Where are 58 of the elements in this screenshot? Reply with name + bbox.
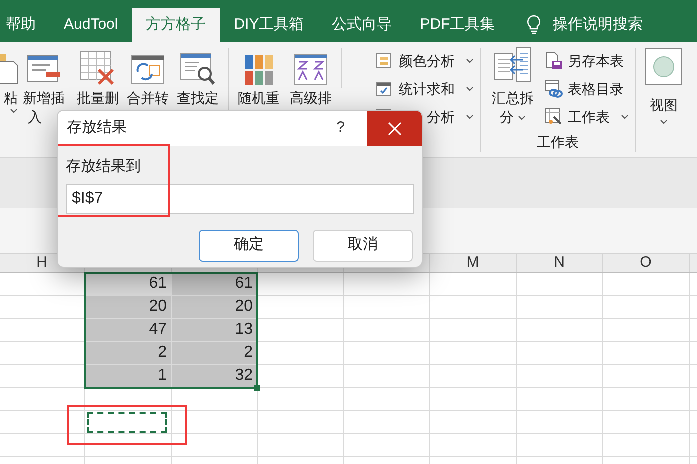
cell-value: 1 (158, 366, 167, 386)
close-icon (388, 122, 402, 136)
dialog-button[interactable]: 取消 (313, 230, 413, 262)
caret-icon (518, 114, 526, 120)
group-label: 工作表 (537, 133, 579, 152)
ribbon-tab[interactable]: AudTool (50, 8, 132, 42)
caret-icon (466, 86, 474, 92)
ribbon-button[interactable]: 另存本表 (545, 48, 629, 74)
caret-icon (621, 114, 629, 120)
column-header: M (466, 252, 480, 273)
ribbon-button[interactable]: 随机重 (235, 42, 283, 108)
cell-value: 20 (235, 297, 253, 317)
lightbulb-icon (527, 15, 542, 35)
grid-delete-icon (79, 50, 117, 86)
ribbon-tab[interactable]: 方方格子 (132, 8, 220, 42)
link-table-icon (545, 80, 563, 98)
color-table-icon (376, 53, 392, 69)
ribbon-tab[interactable]: 公式向导 (318, 8, 406, 42)
ribbon-button[interactable]: 汇总拆 分 (487, 42, 539, 138)
cell-value: 2 (244, 343, 253, 363)
search-table-icon (179, 52, 217, 86)
ribbon-button[interactable]: 高级排 (287, 42, 335, 108)
cell-value: 13 (235, 320, 253, 340)
ribbon-tab[interactable]: 帮助 (0, 8, 50, 42)
calendar-check-icon (376, 81, 392, 97)
save-sheet-icon (545, 52, 563, 70)
table-swap-icon (130, 54, 166, 86)
ribbon-button[interactable]: 视图 (642, 42, 686, 125)
column-header: N (554, 252, 565, 273)
search-button[interactable]: 操作说明搜索 (527, 8, 644, 42)
color-blocks-icon (244, 54, 274, 86)
caret-icon (10, 108, 18, 114)
cell-value: 61 (149, 274, 167, 294)
ribbon-button[interactable]: 工作表 (545, 104, 629, 130)
cell-value: 2 (158, 343, 167, 363)
cell-value: 47 (149, 320, 167, 340)
close-button[interactable] (367, 111, 422, 146)
cell-value: 32 (235, 366, 253, 386)
column-header: H (36, 252, 48, 273)
ribbon-tab[interactable]: DIY工具箱 (220, 8, 318, 42)
ribbon-button[interactable]: 颜色分析 (376, 48, 474, 74)
caret-icon (466, 58, 474, 64)
caret-icon (660, 119, 668, 125)
dialog-button[interactable]: 确定 (199, 230, 299, 262)
ribbon-button[interactable]: 统计求和 (376, 76, 474, 102)
field-label: 存放结果到 (66, 157, 141, 177)
ribbon-button[interactable]: 粘 (0, 42, 20, 127)
input-field[interactable]: $I$7 (66, 184, 414, 214)
caret-icon (466, 114, 474, 120)
ribbon-tab[interactable]: PDF工具集 (406, 8, 510, 42)
dialog-title: 存放结果 (67, 118, 127, 138)
ribbon-button[interactable]: 表格目录 (545, 76, 629, 102)
column-header: O (640, 252, 652, 273)
cell-value: 20 (149, 297, 167, 317)
help-button[interactable]: ? (336, 117, 345, 140)
cell-value: 61 (235, 274, 253, 294)
sheet-edit-icon (545, 108, 563, 126)
sort-az-icon (294, 54, 328, 86)
